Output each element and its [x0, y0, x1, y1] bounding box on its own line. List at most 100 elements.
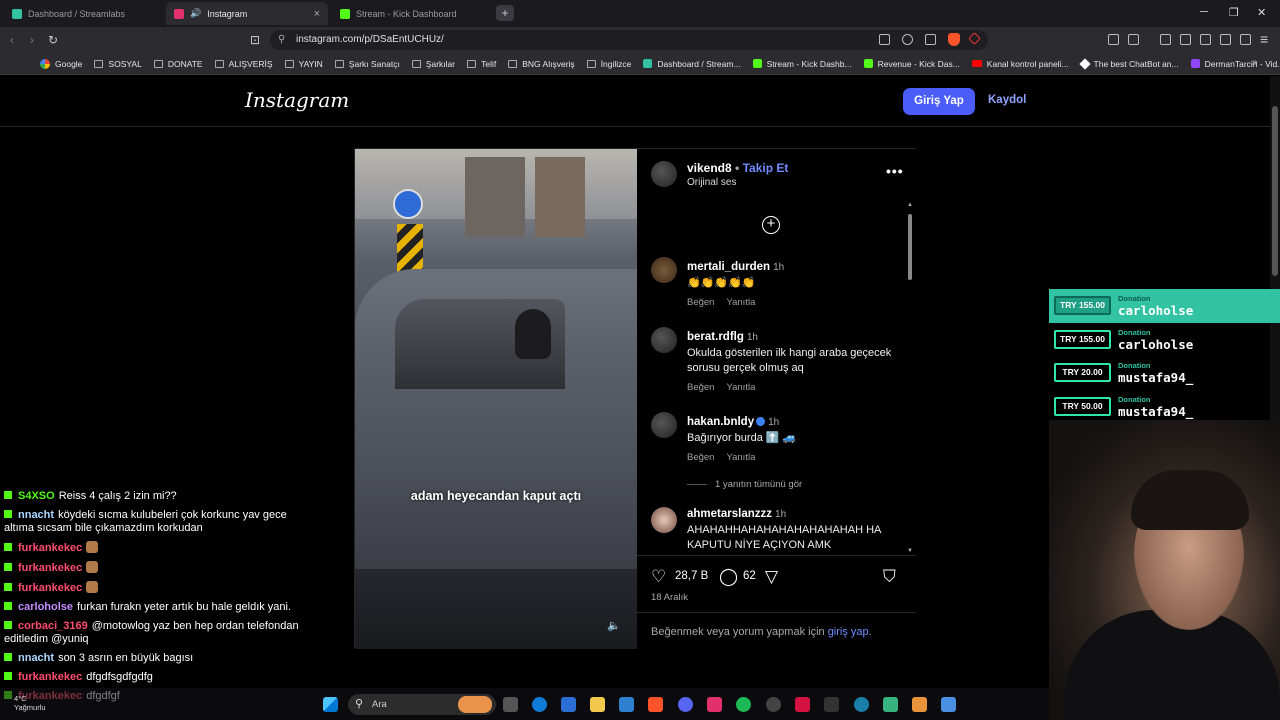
- discord-icon[interactable]: [678, 697, 693, 712]
- bookmark-icon[interactable]: ⊡: [250, 33, 260, 47]
- emote-icon: [86, 561, 99, 573]
- file-explorer-icon[interactable]: [590, 697, 605, 712]
- like-comment-button[interactable]: Beğen: [687, 382, 714, 393]
- app-icon[interactable]: [912, 697, 927, 712]
- mute-icon[interactable]: 🔈: [607, 619, 621, 632]
- notepad-icon[interactable]: [941, 697, 956, 712]
- cast-icon[interactable]: [879, 34, 890, 45]
- brave-icon[interactable]: [648, 697, 663, 712]
- comment-username[interactable]: mertali_durden: [687, 261, 770, 273]
- bookmark-sarkilar[interactable]: Şarkılar: [406, 59, 461, 69]
- store-icon[interactable]: [561, 697, 576, 712]
- more-options-icon[interactable]: •••: [886, 163, 904, 179]
- app-icon[interactable]: [883, 697, 898, 712]
- edge-icon[interactable]: [532, 697, 547, 712]
- author-username[interactable]: vikend8: [687, 161, 732, 175]
- bookmark-bng-alisveris[interactable]: BNG Alışveriş: [502, 59, 580, 69]
- weather-widget[interactable]: 4°C Yağmurlu: [14, 694, 46, 712]
- reply-button[interactable]: Yanıtla: [726, 452, 755, 463]
- instagram-logo[interactable]: Instagram: [245, 88, 349, 112]
- spotify-icon[interactable]: [736, 697, 751, 712]
- bookmark-yayin[interactable]: YAYIN: [279, 59, 329, 69]
- windows-start-icon[interactable]: [323, 697, 338, 712]
- post-video[interactable]: adam heyecandan kaput açtı 🔈: [355, 149, 637, 649]
- more-bookmarks-icon[interactable]: »: [1252, 57, 1258, 68]
- bookmark-donate[interactable]: DONATE: [148, 59, 209, 69]
- save-icon[interactable]: ⛉: [883, 567, 896, 587]
- add-icon[interactable]: +: [762, 216, 780, 234]
- forward-icon[interactable]: ›: [30, 33, 34, 47]
- bookmark-dermantarcin[interactable]: DermanTarcin - Vid...: [1185, 59, 1280, 69]
- menu-icon[interactable]: ≡: [1260, 31, 1268, 47]
- reply-button[interactable]: Yanıtla: [726, 382, 755, 393]
- instagram-icon[interactable]: [707, 697, 722, 712]
- new-tab-button[interactable]: +: [496, 5, 514, 21]
- tab-title: Instagram: [207, 8, 248, 19]
- leo-ai-icon[interactable]: [1220, 34, 1231, 45]
- obs-icon[interactable]: [766, 697, 781, 712]
- avatar[interactable]: [651, 327, 677, 353]
- tab-instagram[interactable]: 🔊 Instagram ×: [166, 2, 328, 25]
- back-icon[interactable]: ‹: [10, 33, 14, 47]
- tab-kick-dashboard[interactable]: Stream - Kick Dashboard: [332, 2, 492, 25]
- like-comment-button[interactable]: Beğen: [687, 452, 714, 463]
- view-replies-link[interactable]: 1 yanıtın tümünü gör: [687, 479, 802, 490]
- reply-button[interactable]: Yanıtla: [726, 297, 755, 308]
- close-tab-icon[interactable]: ×: [314, 8, 320, 20]
- app-icon[interactable]: [854, 697, 869, 712]
- site-info-icon[interactable]: ⚲: [278, 30, 285, 50]
- bookmark-streamlabs[interactable]: Dashboard / Stream...: [637, 59, 746, 69]
- bookmark-kick-revenue[interactable]: Revenue - Kick Das...: [858, 59, 966, 69]
- comment-username[interactable]: hakan.bnldy: [687, 416, 754, 428]
- bookmark-telif[interactable]: Telif: [461, 59, 502, 69]
- extensions-icon[interactable]: [1108, 34, 1119, 45]
- close-window-icon[interactable]: ✕: [1257, 6, 1266, 19]
- comment-icon[interactable]: ◯: [719, 567, 738, 587]
- login-link[interactable]: giriş yap: [828, 626, 869, 638]
- brave-shields-icon[interactable]: [948, 33, 960, 46]
- bookmark-ingilizce[interactable]: İngilizce: [581, 59, 638, 69]
- bookmark-sosyal[interactable]: SOSYAL: [88, 59, 147, 69]
- bookmark-youtube-panel[interactable]: Kanal kontrol paneli...: [966, 59, 1075, 69]
- terminal-icon[interactable]: [824, 697, 839, 712]
- restore-icon[interactable]: ❐: [1229, 6, 1239, 19]
- mail-icon[interactable]: [619, 697, 634, 712]
- sidebar-icon[interactable]: [1180, 34, 1191, 45]
- wallet-icon[interactable]: [1200, 34, 1211, 45]
- heart-icon[interactable]: ♡: [651, 567, 666, 587]
- x-app-icon[interactable]: [795, 697, 810, 712]
- signup-link[interactable]: Kaydol: [988, 94, 1026, 106]
- media-icon[interactable]: [1160, 34, 1171, 45]
- scroll-down-icon[interactable]: ▼: [907, 548, 913, 554]
- like-comment-button[interactable]: Beğen: [687, 297, 714, 308]
- task-view-icon[interactable]: [503, 697, 518, 712]
- bookmark-sarki-sanatci[interactable]: Şarkı Sanatçı: [329, 59, 406, 69]
- comment-username[interactable]: berat.rdflg: [687, 331, 744, 343]
- share-icon[interactable]: [925, 34, 936, 45]
- comments-scrollbar[interactable]: ▲ ▼: [907, 202, 913, 554]
- avatar[interactable]: [651, 507, 677, 533]
- scroll-up-icon[interactable]: ▲: [907, 202, 913, 208]
- screenshot-icon[interactable]: [1128, 34, 1139, 45]
- avatar[interactable]: [651, 412, 677, 438]
- comment-username[interactable]: ahmetarslanzzz: [687, 508, 772, 520]
- bookmark-google[interactable]: Google: [34, 58, 88, 69]
- bookmark-chatbot[interactable]: The best ChatBot an...: [1075, 57, 1185, 70]
- login-button[interactable]: Giriş Yap: [903, 88, 975, 115]
- avatar[interactable]: [651, 161, 677, 187]
- scrollbar-thumb[interactable]: [908, 214, 912, 280]
- audio-label[interactable]: Orijinal ses: [687, 177, 736, 188]
- minimize-icon[interactable]: ─: [1200, 6, 1208, 18]
- scrollbar-thumb[interactable]: [1272, 106, 1278, 276]
- taskbar-search[interactable]: ⚲ Ara: [348, 694, 496, 715]
- comment-time: 1h: [775, 509, 787, 520]
- follow-button[interactable]: Takip Et: [743, 161, 789, 175]
- share-icon[interactable]: ▽: [765, 567, 778, 587]
- bookmark-kick-stream[interactable]: Stream - Kick Dashb...: [747, 59, 858, 69]
- tab-streamlabs[interactable]: Dashboard / Streamlabs: [4, 2, 164, 25]
- bookmark-alisveris[interactable]: ALIŞVERİŞ: [209, 59, 279, 69]
- avatar[interactable]: [651, 257, 677, 283]
- vpn-icon[interactable]: [1240, 34, 1251, 45]
- reload-icon[interactable]: ↻: [48, 33, 58, 47]
- zoom-icon[interactable]: [902, 34, 913, 45]
